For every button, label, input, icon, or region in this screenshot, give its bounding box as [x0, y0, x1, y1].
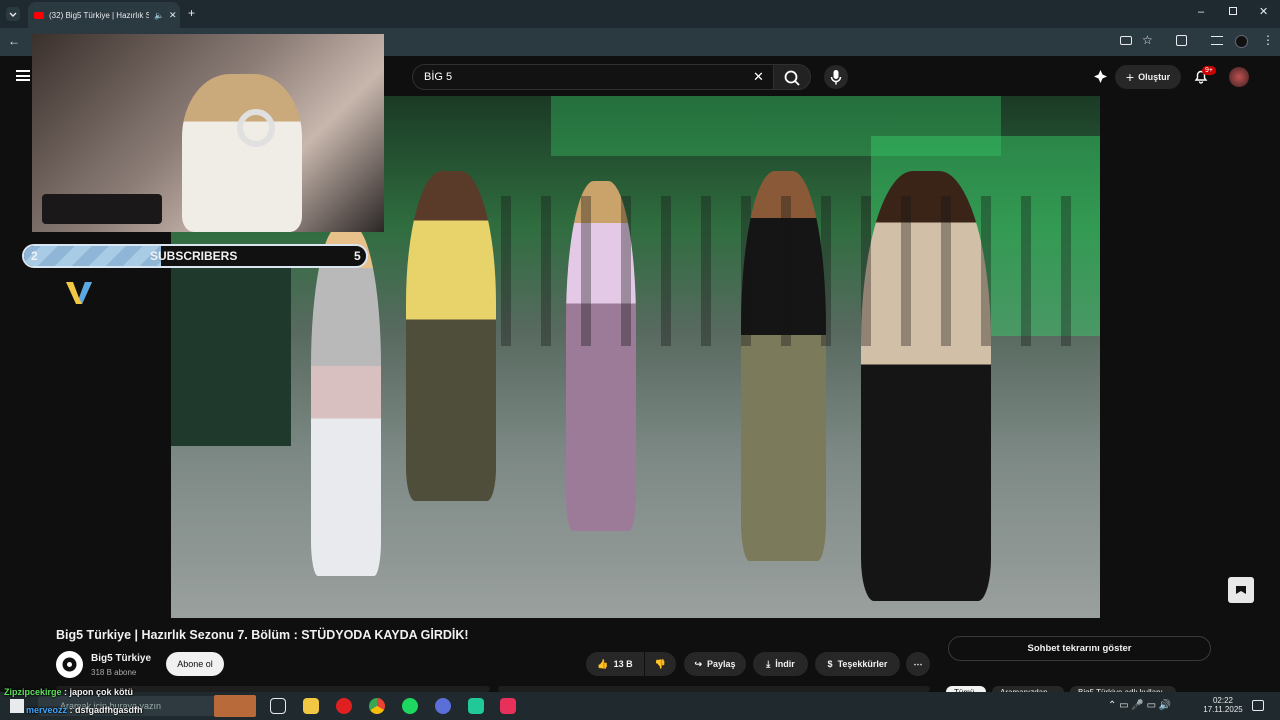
like-button[interactable]: 👍 13 B	[586, 652, 644, 676]
chrome-icon[interactable]	[369, 698, 385, 714]
streamer	[182, 74, 302, 232]
subscribe-button[interactable]: Abone ol	[166, 652, 224, 676]
thanks-button[interactable]: $ Teşekkürler	[815, 652, 900, 676]
thumbs-down-icon: 👎	[654, 658, 667, 669]
create-label: Oluştur	[1138, 72, 1171, 82]
dislike-button[interactable]: 👎	[645, 652, 676, 676]
window-close-icon[interactable]: ✕	[1259, 5, 1268, 18]
clock-date: 17.11.2025	[1203, 705, 1243, 714]
share-label: Paylaş	[707, 659, 736, 669]
menu-icon[interactable]: ⋮	[1262, 33, 1274, 47]
voice-search-button[interactable]	[824, 65, 848, 89]
notifications-icon[interactable]	[1252, 700, 1264, 711]
dancer-1	[311, 226, 381, 576]
chat-user: Zipzipcekirge	[4, 687, 62, 697]
search-input[interactable]: BİG 5 ✕	[412, 64, 774, 90]
minimize-icon[interactable]: –	[1198, 6, 1204, 18]
more-actions-button[interactable]: ⋯	[906, 652, 930, 676]
chat-user: merveozz	[26, 705, 68, 715]
chat-text: dsfgadfhgasdfh	[75, 705, 143, 715]
task-view-icon[interactable]	[270, 698, 286, 714]
spotify-icon[interactable]	[402, 698, 418, 714]
chat-message-1: Zipzipcekirge : japon çok kötü	[4, 687, 134, 697]
clear-search-icon[interactable]: ✕	[753, 65, 764, 89]
subs-current: 2	[31, 249, 38, 263]
extensions-icon[interactable]	[1176, 35, 1187, 46]
new-tab-icon[interactable]: +	[188, 6, 195, 20]
star-icon[interactable]: ☆	[1142, 33, 1153, 47]
tray-icons[interactable]: ⌃ ▭ 🎤 ▭ 🔊	[1108, 700, 1171, 711]
search-button[interactable]	[773, 64, 811, 90]
show-chat-replay-button[interactable]: Sohbet tekrarını göster	[948, 636, 1211, 661]
chat-message-2: merveozz : dsfgadfhgasdfh	[26, 705, 143, 715]
browser-tab-bar: (32) Big5 Türkiye | Hazırlık S 🔈 ✕ + – ✕	[0, 0, 1280, 28]
download-button[interactable]: ⤓ İndir	[753, 652, 808, 676]
download-icon: ⤓	[766, 658, 771, 669]
video-title: Big5 Türkiye | Hazırlık Sezonu 7. Bölüm …	[56, 628, 469, 642]
miniplayer-button[interactable]	[1228, 577, 1254, 603]
studio-glass-wall	[171, 266, 291, 446]
share-icon: ↪	[694, 658, 702, 669]
webcam-overlay	[32, 34, 384, 232]
profile-icon[interactable]	[1235, 35, 1248, 48]
subs-label: SUBSCRIBERS	[150, 249, 238, 263]
channel-name[interactable]: Big5 Türkiye	[91, 653, 151, 664]
start-icon[interactable]	[10, 699, 24, 713]
tab-title: (32) Big5 Türkiye | Hazırlık S	[49, 10, 149, 20]
subscriber-goal-bar: 2 SUBSCRIBERS 5	[22, 244, 368, 268]
app-icon[interactable]	[435, 698, 451, 714]
windows-taskbar: Aramak için buraya yazın	[0, 692, 1280, 720]
microphone-icon	[830, 70, 842, 85]
subs-goal: 5	[354, 249, 361, 263]
subscriber-count: 318 B abone	[91, 668, 137, 677]
restore-icon[interactable]	[1229, 7, 1237, 15]
thumbs-up-icon: 👍	[597, 658, 609, 669]
miniplayer-icon	[1236, 586, 1246, 594]
more-icon: ⋯	[913, 658, 923, 669]
chat-text: japon çok kötü	[69, 687, 134, 697]
clock-time: 02:22	[1212, 696, 1234, 705]
app-green-icon[interactable]	[468, 698, 484, 714]
headphones-icon	[237, 109, 275, 147]
clock[interactable]: 02:22 17.11.2025	[1203, 696, 1243, 714]
media-icon[interactable]	[1211, 36, 1223, 45]
plus-icon: +	[1125, 69, 1135, 85]
search-query: BİG 5	[424, 71, 453, 83]
v-logo-icon	[64, 280, 94, 306]
file-explorer-icon[interactable]	[303, 698, 319, 714]
share-button[interactable]: ↪ Paylaş	[684, 652, 746, 676]
channel-logo-icon[interactable]	[56, 651, 83, 678]
youtube-favicon	[34, 11, 44, 19]
opera-icon[interactable]	[336, 698, 352, 714]
back-icon[interactable]: ←	[8, 34, 20, 48]
download-label: İndir	[775, 659, 795, 669]
tab-list-icon[interactable]	[6, 7, 20, 21]
subscriber-goal-fill	[24, 246, 161, 266]
search-highlight-icon	[214, 695, 256, 717]
create-button[interactable]: + Oluştur	[1115, 65, 1181, 89]
close-icon[interactable]: ✕	[169, 10, 177, 21]
like-count: 13 B	[613, 659, 633, 669]
tab-youtube[interactable]: (32) Big5 Türkiye | Hazırlık S 🔈 ✕	[28, 2, 180, 28]
avatar[interactable]	[1229, 67, 1249, 87]
cast-icon[interactable]	[1120, 36, 1132, 45]
search-icon	[784, 70, 800, 86]
thanks-icon: $	[827, 659, 833, 669]
app-red-icon[interactable]	[500, 698, 516, 714]
keyboard	[42, 194, 162, 224]
audience-crowd	[471, 196, 1100, 346]
notification-badge: 9+	[1202, 66, 1216, 75]
thanks-label: Teşekkürler	[837, 659, 888, 669]
sparkle-icon[interactable]	[1093, 69, 1108, 84]
mute-icon[interactable]: 🔈	[154, 11, 164, 20]
hamburger-icon[interactable]	[16, 70, 30, 81]
